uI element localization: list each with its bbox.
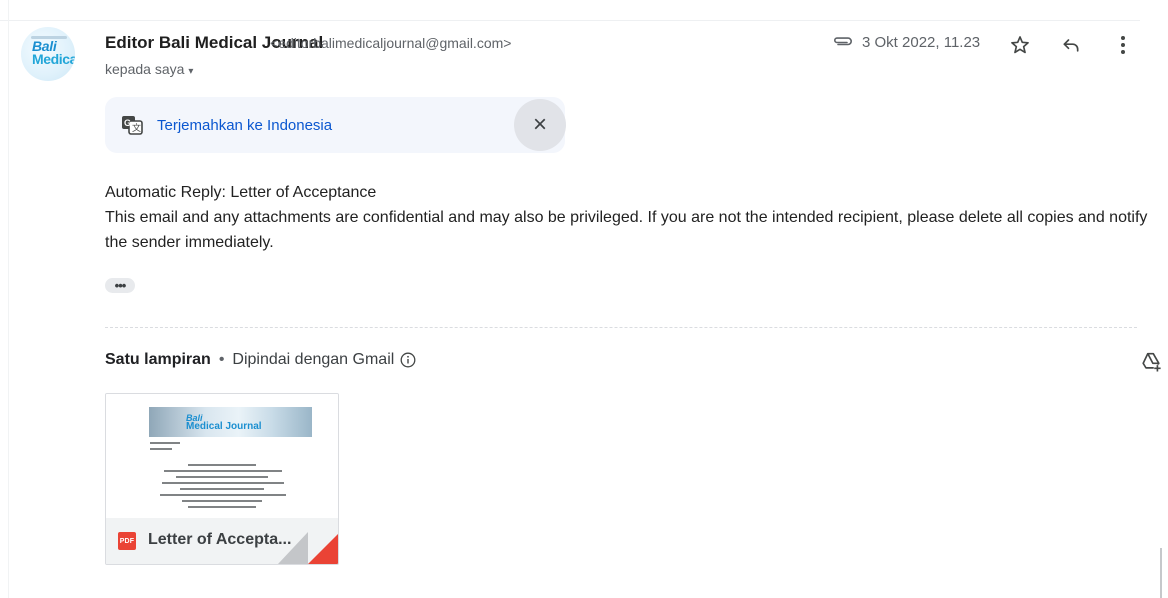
avatar-text-line2: Medical — [32, 51, 75, 67]
attachments-header: Satu lampiran • Dipindai dengan Gmail — [105, 351, 416, 369]
star-icon — [1011, 36, 1029, 54]
more-options-button[interactable] — [1108, 30, 1138, 60]
scrollbar-edge[interactable] — [1160, 548, 1162, 598]
attachment-card[interactable]: Bali Medical Journal PDF Letter of Accep… — [105, 393, 339, 565]
message-body: This email and any attachments are confi… — [105, 209, 1148, 251]
pdf-icon: PDF — [118, 532, 136, 550]
sender-email: <editorbalimedicaljournal@gmail.com> — [270, 35, 512, 51]
thumbnail-text-line — [182, 500, 262, 502]
recipient-label: kepada saya — [105, 61, 185, 77]
thumbnail-text-line — [150, 442, 180, 444]
show-trimmed-content-button[interactable]: ••• — [105, 278, 135, 293]
attachments-divider — [105, 327, 1137, 328]
thumbnail-text-line — [180, 488, 264, 490]
thumbnail-text-line — [162, 482, 284, 484]
translate-link[interactable]: Terjemahkan ke Indonesia — [157, 117, 332, 134]
message-date: 3 Okt 2022, 11.23 — [862, 34, 981, 51]
thumbnail-text-line — [150, 448, 172, 450]
thumbnail-banner: Bali Medical Journal — [149, 407, 312, 437]
star-button[interactable] — [1005, 30, 1035, 60]
thumbnail-text-line — [160, 494, 286, 496]
attachment-thumbnail: Bali Medical Journal — [106, 394, 338, 518]
translate-icon: G 文 — [122, 116, 143, 135]
attachment-filename: Letter of Accepta... — [148, 531, 292, 548]
pane-edge — [8, 0, 9, 598]
chevron-down-icon: ▾ — [188, 66, 194, 77]
thumbnail-text-line — [164, 470, 282, 472]
attachments-title: Satu lampiran — [105, 351, 211, 368]
thumbnail-title-line2: Medical Journal — [186, 421, 262, 432]
message-subject-line: Automatic Reply: Letter of Acceptance — [105, 184, 377, 201]
svg-text:文: 文 — [132, 122, 141, 133]
attachments-separator: • — [218, 351, 225, 368]
thumbnail-text-line — [188, 506, 256, 508]
header-divider — [0, 20, 1140, 21]
attachments-scan-note: Dipindai dengan Gmail — [232, 351, 395, 368]
reply-button[interactable] — [1056, 30, 1086, 60]
recipient-dropdown[interactable]: kepada saya ▾ — [105, 61, 193, 77]
more-vert-icon — [1121, 36, 1125, 54]
translate-bar: G 文 Terjemahkan ke Indonesia × — [105, 97, 566, 153]
sender-avatar[interactable]: Bali Medical — [21, 27, 75, 81]
close-icon: × — [532, 111, 547, 138]
translate-close-button[interactable]: × — [514, 99, 566, 151]
thumbnail-text-line — [188, 464, 256, 466]
info-icon[interactable] — [400, 352, 416, 368]
add-to-drive-icon — [1142, 352, 1162, 372]
thumbnail-text-line — [176, 476, 268, 478]
paperclip-icon — [834, 37, 852, 46]
svg-text:G: G — [124, 118, 131, 128]
page-fold-corner — [308, 534, 338, 564]
reply-icon — [1063, 39, 1079, 52]
add-to-drive-button[interactable] — [1136, 346, 1166, 376]
page-fold-shadow — [278, 532, 308, 564]
